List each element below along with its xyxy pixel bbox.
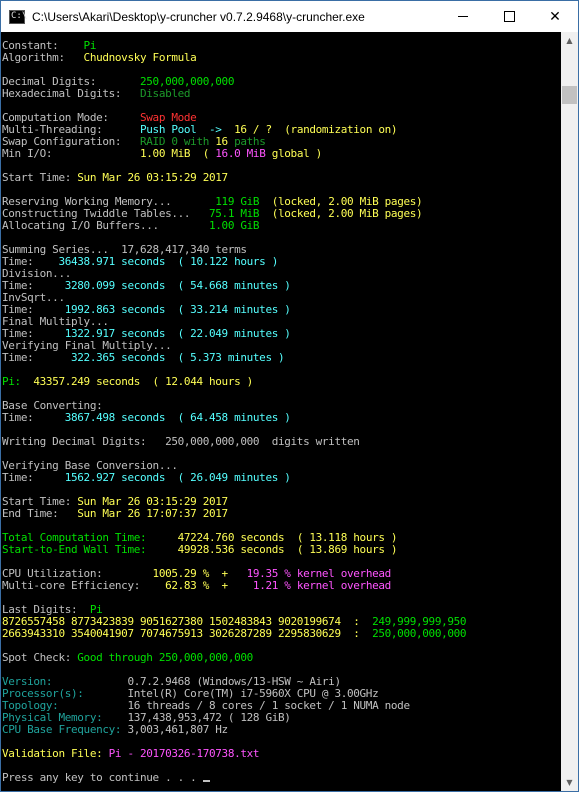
console-text: 36438.971 seconds ( 10.122 hours ) <box>58 255 278 268</box>
console-text: Writing Decimal Digits: 250,000,000,000 … <box>2 435 360 448</box>
console-line: Allocating I/O Buffers... 1.00 GiB <box>2 220 562 232</box>
close-icon: ✕ <box>549 8 561 25</box>
console-output[interactable]: Constant: Pi Algorithm: Chudnovsky Formul… <box>2 40 562 792</box>
console-text: Chudnovsky Formula <box>83 51 197 64</box>
console-line: Press any key to continue . . . <box>2 772 562 784</box>
console-text: Start-to-End Wall Time: <box>2 543 178 556</box>
console-text: 3280.099 seconds ( 54.668 minutes ) <box>64 279 291 292</box>
console-text: Start Time: <box>2 171 78 184</box>
console-line: Start-to-End Wall Time: 49928.536 second… <box>2 544 562 556</box>
console-text: Algorithm: <box>2 51 84 64</box>
console-text: Pi: <box>2 375 34 388</box>
console-text: Time: <box>2 471 65 484</box>
console-line: Validation File: Pi - 20170326-170738.tx… <box>2 748 562 760</box>
console-line: Hexadecimal Digits: Disabled <box>2 88 562 100</box>
console-text: Multi-core Efficiency: <box>2 579 166 592</box>
console-line: Algorithm: Chudnovsky Formula <box>2 52 562 64</box>
console-line: 2663943310 3540041907 7074675913 3026287… <box>2 628 562 640</box>
scroll-down-arrow-icon[interactable]: ▼ <box>561 774 578 791</box>
console-text: 1.21 % kernel overhead <box>252 579 391 592</box>
scroll-up-arrow-icon[interactable]: ▲ <box>561 32 578 49</box>
vertical-scrollbar[interactable]: ▲ ▼ <box>561 32 578 791</box>
console-text: Allocating I/O Buffers... <box>2 219 209 232</box>
console-line: Time: 3280.099 seconds ( 54.668 minutes … <box>2 280 562 292</box>
window-title: C:\Users\Akari\Desktop\y-cruncher v0.7.2… <box>32 9 365 24</box>
console-text: 2663943310 3540041907 7074675913 3026287… <box>2 627 373 640</box>
console-text: Sun Mar 26 17:07:37 2017 <box>77 507 228 520</box>
console-text: 16.0 MiB <box>215 147 266 160</box>
console-line: Pi: 43357.249 seconds ( 12.044 hours ) <box>2 376 562 388</box>
console-text: Validation File: <box>2 747 109 760</box>
console-text: 1562.927 seconds ( 26.049 minutes ) <box>64 471 291 484</box>
console-text: Spot Check: <box>2 651 78 664</box>
console-text: Time: <box>2 351 71 364</box>
console-line: Time: 322.365 seconds ( 5.373 minutes ) <box>2 352 562 364</box>
console-text: 1.00 GiB <box>209 219 260 232</box>
console-text: 3867.498 seconds ( 64.458 minutes ) <box>64 411 291 424</box>
console-line: Start Time: Sun Mar 26 03:15:29 2017 <box>2 172 562 184</box>
console-line: Writing Decimal Digits: 250,000,000,000 … <box>2 436 562 448</box>
console-text: Min I/O: <box>2 147 140 160</box>
console-text: 43357.249 seconds ( 12.044 hours ) <box>33 375 253 388</box>
title-bar[interactable]: C:\ C:\Users\Akari\Desktop\y-cruncher v0… <box>1 1 578 32</box>
console-line: Time: 36438.971 seconds ( 10.122 hours ) <box>2 256 562 268</box>
console-text: 49928.536 seconds ( 13.869 hours ) <box>177 543 398 556</box>
console-text: Disabled <box>140 87 191 100</box>
console-text: (locked, 2.00 MiB pages) <box>259 207 423 220</box>
console-text: global ) <box>265 147 323 160</box>
console-text: Hexadecimal Digits: <box>2 87 140 100</box>
console-text: Good through 250,000,000,000 <box>77 651 253 664</box>
minimize-icon <box>458 16 468 17</box>
console-text: Time: <box>2 411 65 424</box>
console-line: Spot Check: Good through 250,000,000,000 <box>2 652 562 664</box>
close-button[interactable]: ✕ <box>532 1 578 32</box>
console-line: End Time: Sun Mar 26 17:07:37 2017 <box>2 508 562 520</box>
console-text: 250,000,000,000 <box>372 627 467 640</box>
console-text: Press any key to continue . . . <box>2 771 203 784</box>
console-text: 322.365 seconds ( 5.373 minutes ) <box>71 351 285 364</box>
maximize-icon <box>503 11 515 22</box>
console-window: C:\ C:\Users\Akari\Desktop\y-cruncher v0… <box>0 0 579 792</box>
maximize-button[interactable] <box>486 1 532 32</box>
scrollbar-thumb[interactable] <box>562 86 577 104</box>
console-app-icon[interactable]: C:\ <box>9 9 27 24</box>
text-cursor <box>202 780 210 782</box>
minimize-button[interactable] <box>440 1 486 32</box>
console-text: Sun Mar 26 03:15:29 2017 <box>77 171 228 184</box>
console-line: Time: 3867.498 seconds ( 64.458 minutes … <box>2 412 562 424</box>
console-line: Time: 1562.927 seconds ( 26.049 minutes … <box>2 472 562 484</box>
console-text: Pi - 20170326-170738.txt <box>108 747 260 760</box>
console-line: Multi-core Efficiency: 62.83 % + 1.21 % … <box>2 580 562 592</box>
console-text: 3,003,461,807 Hz <box>127 723 228 736</box>
console-text: End Time: <box>2 507 78 520</box>
console-text: 1.00 MiB ( <box>140 147 216 160</box>
console-line: CPU Base Frequency: 3,003,461,807 Hz <box>2 724 562 736</box>
console-text: CPU Base Frequency: <box>2 723 128 736</box>
console-line: Min I/O: 1.00 MiB ( 16.0 MiB global ) <box>2 148 562 160</box>
console-text: 62.83 % + <box>165 579 253 592</box>
